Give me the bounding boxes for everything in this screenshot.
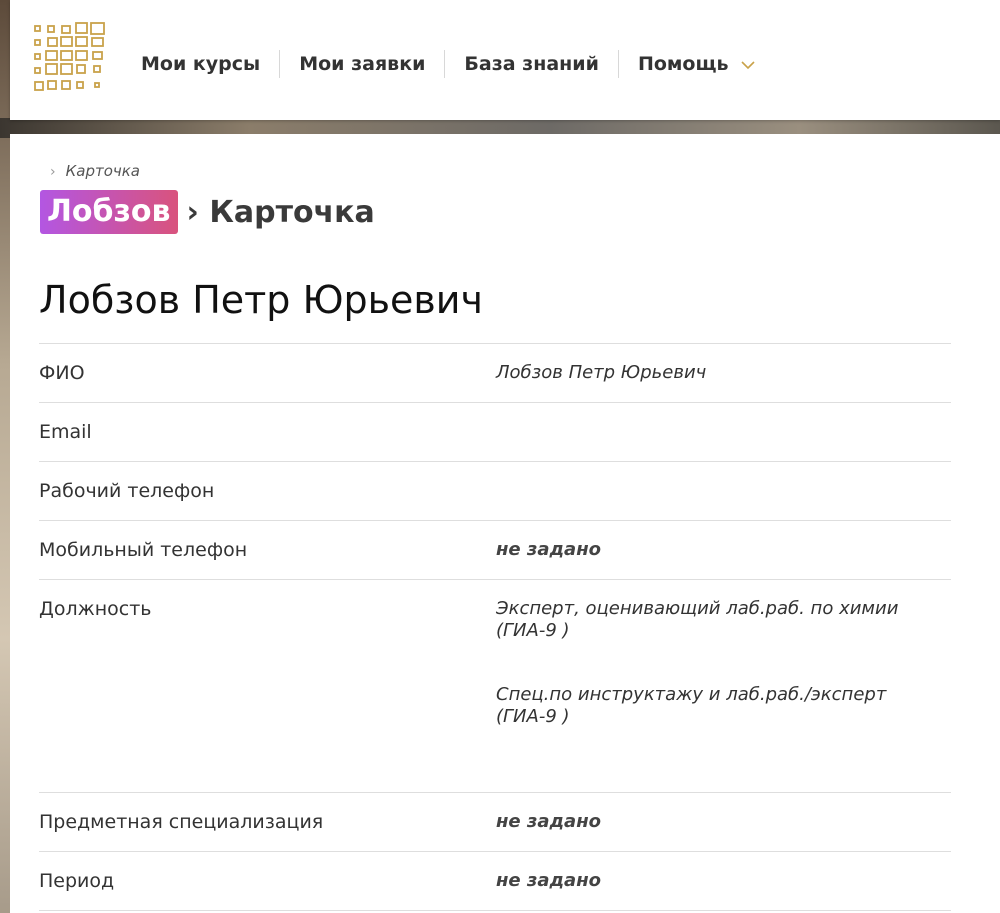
field-value: Лобзов Петр Юрьевич [496, 362, 707, 383]
field-label: Email [39, 421, 92, 443]
breadcrumb-chevron-icon: › [50, 164, 56, 180]
field-row-mobile-phone: Мобильный телефон не задано [39, 520, 951, 579]
field-row-fio: ФИО Лобзов Петр Юрьевич [39, 343, 951, 402]
field-label: Мобильный телефон [39, 539, 248, 561]
nav-my-applications[interactable]: Мои заявки [280, 53, 444, 75]
field-row-work-phone: Рабочий телефон [39, 461, 951, 520]
field-value: не задано [496, 539, 602, 560]
logo-grid-icon [34, 22, 105, 91]
position-entry: Эксперт, оценивающий лаб.раб. по химии (… [496, 598, 899, 641]
profile-fields-table: ФИО Лобзов Петр Юрьевич Email Рабочий те… [39, 343, 951, 911]
main-nav: Мои курсы Мои заявки База знаний Помощь [122, 44, 774, 84]
nav-help[interactable]: Помощь [619, 53, 774, 75]
field-row-period: Период не задано [39, 851, 951, 911]
field-value: не задано [496, 870, 602, 891]
title-badge: Лобзов [40, 190, 178, 234]
position-entry: Спец.по инструктажу и лаб.раб./эксперт (… [496, 684, 887, 727]
person-name-heading: Лобзов Петр Юрьевич [39, 278, 483, 322]
title-suffix: › Карточка [186, 194, 375, 230]
breadcrumb-current[interactable]: Карточка [66, 162, 140, 180]
nav-my-courses[interactable]: Мои курсы [122, 53, 279, 75]
field-label: ФИО [39, 362, 85, 384]
field-row-position: Должность Эксперт, оценивающий лаб.раб. … [39, 579, 951, 792]
field-label: Предметная специализация [39, 811, 324, 833]
site-logo[interactable] [32, 20, 112, 100]
top-header: Мои курсы Мои заявки База знаний Помощь [10, 0, 1000, 120]
field-value: не задано [496, 811, 602, 832]
field-value: Эксперт, оценивающий лаб.раб. по химии (… [496, 598, 926, 728]
field-row-email: Email [39, 402, 951, 461]
field-row-specialization: Предметная специализация не задано [39, 792, 951, 851]
breadcrumb: › Карточка [50, 162, 140, 180]
field-label: Период [39, 870, 115, 892]
chevron-down-icon [740, 53, 755, 75]
profile-card: › Карточка Лобзов › Карточка Лобзов Петр … [10, 134, 1000, 913]
nav-knowledge-base[interactable]: База знаний [445, 53, 618, 75]
field-label: Рабочий телефон [39, 480, 215, 502]
field-label: Должность [39, 598, 152, 620]
page-title: Лобзов › Карточка [40, 190, 375, 234]
nav-help-label: Помощь [637, 53, 729, 75]
